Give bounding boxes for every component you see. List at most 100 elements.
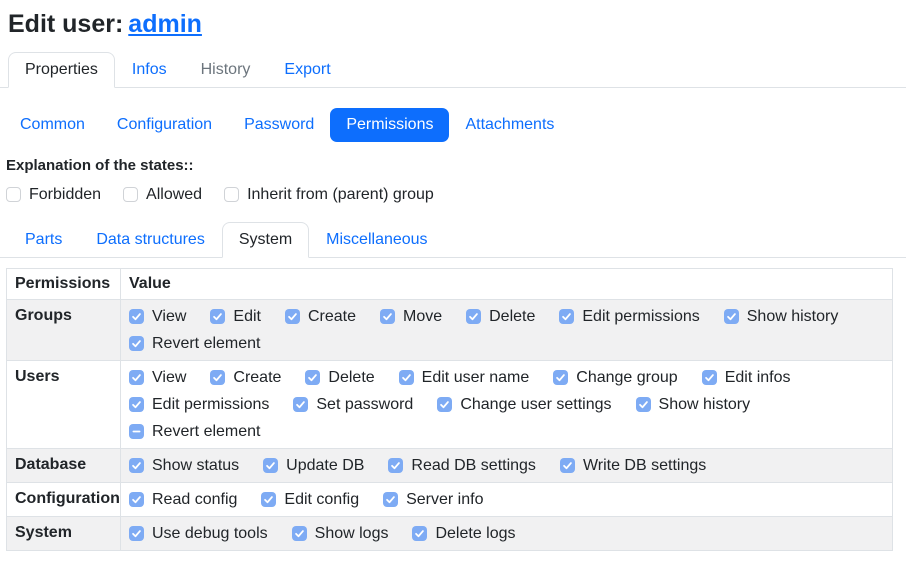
checkbox-label: Show history: [659, 396, 751, 414]
subtab-common[interactable]: Common: [4, 108, 101, 142]
checkbox-checked[interactable]: [129, 336, 144, 351]
checkbox-checked[interactable]: [636, 397, 651, 412]
checkbox-checked[interactable]: [210, 309, 225, 324]
tab-export[interactable]: Export: [267, 52, 347, 88]
permission-checkbox-show-history[interactable]: Show history: [724, 304, 839, 329]
checkbox-checked[interactable]: [437, 397, 452, 412]
permission-checkbox-write-db-settings[interactable]: Write DB settings: [560, 453, 706, 478]
legend-checkbox-inherit-from-parent-group[interactable]: Inherit from (parent) group: [224, 182, 434, 207]
permission-checkbox-edit-user-name[interactable]: Edit user name: [399, 365, 530, 390]
checkbox-checked[interactable]: [129, 458, 144, 473]
check-icon: [390, 460, 401, 471]
checkbox-checked[interactable]: [305, 370, 320, 385]
permission-checkbox-update-db[interactable]: Update DB: [263, 453, 364, 478]
legend-checkbox-forbidden[interactable]: Forbidden: [6, 182, 101, 207]
checkbox-checked[interactable]: [560, 458, 575, 473]
permission-checkbox-set-password[interactable]: Set password: [293, 392, 413, 417]
checkbox-checked[interactable]: [553, 370, 568, 385]
checkbox-checked[interactable]: [380, 309, 395, 324]
permission-checkbox-show-history[interactable]: Show history: [636, 392, 751, 417]
permission-checkbox-delete[interactable]: Delete: [466, 304, 535, 329]
permission-checkbox-server-info[interactable]: Server info: [383, 487, 483, 512]
checkbox-label: Inherit from (parent) group: [247, 186, 434, 204]
subtab-attachments[interactable]: Attachments: [449, 108, 570, 142]
indeterminate-icon: [131, 426, 142, 437]
checkbox-label: Show logs: [315, 525, 389, 543]
checkbox-checked[interactable]: [263, 458, 278, 473]
subtab-configuration[interactable]: Configuration: [101, 108, 228, 142]
permission-checkbox-move[interactable]: Move: [380, 304, 442, 329]
checkbox-unchecked[interactable]: [6, 187, 21, 202]
checkbox-checked[interactable]: [129, 370, 144, 385]
row-values-database: Show status Update DB Read DB settings Writ…: [121, 449, 893, 483]
permtab-miscellaneous[interactable]: Miscellaneous: [309, 222, 444, 258]
permtab-system[interactable]: System: [222, 222, 309, 258]
permission-checkbox-show-logs[interactable]: Show logs: [292, 521, 389, 546]
checkbox-group: View Edit Create Move Delete Edit permissions…: [129, 304, 884, 356]
permission-checkbox-view[interactable]: View: [129, 365, 186, 390]
permission-checkbox-read-db-settings[interactable]: Read DB settings: [388, 453, 536, 478]
checkbox-checked[interactable]: [129, 309, 144, 324]
checkbox-checked[interactable]: [129, 526, 144, 541]
permission-checkbox-edit-permissions[interactable]: Edit permissions: [559, 304, 699, 329]
check-icon: [265, 460, 276, 471]
check-icon: [439, 399, 450, 410]
checkbox-checked[interactable]: [129, 397, 144, 412]
checkbox-checked[interactable]: [129, 492, 144, 507]
permission-checkbox-change-group[interactable]: Change group: [553, 365, 677, 390]
legend-checkbox-allowed[interactable]: Allowed: [123, 182, 202, 207]
checkbox-label: Create: [233, 369, 281, 387]
checkbox-checked[interactable]: [210, 370, 225, 385]
checkbox-checked[interactable]: [388, 458, 403, 473]
checkbox-label: Update DB: [286, 457, 364, 475]
tab-history[interactable]: History: [184, 52, 268, 88]
subtab-password[interactable]: Password: [228, 108, 330, 142]
check-icon: [294, 528, 305, 539]
checkbox-checked[interactable]: [412, 526, 427, 541]
checkbox-checked[interactable]: [293, 397, 308, 412]
checkbox-group: Read config Edit config Server info: [129, 487, 884, 512]
checkbox-checked[interactable]: [559, 309, 574, 324]
sub-tabs: CommonConfigurationPasswordPermissionsAt…: [4, 108, 906, 142]
checkbox-checked[interactable]: [399, 370, 414, 385]
permission-checkbox-delete[interactable]: Delete: [305, 365, 374, 390]
checkbox-indeterminate[interactable]: [129, 424, 144, 439]
subtab-permissions[interactable]: Permissions: [330, 108, 449, 142]
checkbox-checked[interactable]: [724, 309, 739, 324]
row-label-system: System: [7, 517, 121, 551]
permission-checkbox-show-status[interactable]: Show status: [129, 453, 239, 478]
table-row: ConfigurationRead configEdit configServe…: [7, 483, 893, 517]
permtab-parts[interactable]: Parts: [8, 222, 79, 258]
row-label-groups: Groups: [7, 300, 121, 361]
permission-checkbox-view[interactable]: View: [129, 304, 186, 329]
checkbox-checked[interactable]: [292, 526, 307, 541]
checkbox-unchecked[interactable]: [123, 187, 138, 202]
checkbox-checked[interactable]: [261, 492, 276, 507]
permission-checkbox-create[interactable]: Create: [210, 365, 281, 390]
permission-checkbox-edit-permissions[interactable]: Edit permissions: [129, 392, 269, 417]
permtab-data-structures[interactable]: Data structures: [79, 222, 221, 258]
permission-checkbox-edit-config[interactable]: Edit config: [261, 487, 359, 512]
checkbox-unchecked[interactable]: [224, 187, 239, 202]
checkbox-checked[interactable]: [383, 492, 398, 507]
permission-checkbox-create[interactable]: Create: [285, 304, 356, 329]
permission-checkbox-use-debug-tools[interactable]: Use debug tools: [129, 521, 268, 546]
page-title: Edit user:admin: [8, 10, 906, 39]
tab-infos[interactable]: Infos: [115, 52, 184, 88]
permission-checkbox-read-config[interactable]: Read config: [129, 487, 237, 512]
user-link[interactable]: admin: [128, 10, 202, 38]
edit-user-page: Edit user:admin PropertiesInfosHistoryEx…: [0, 10, 906, 551]
checkbox-checked[interactable]: [702, 370, 717, 385]
check-icon: [212, 372, 223, 383]
permission-checkbox-change-user-settings[interactable]: Change user settings: [437, 392, 611, 417]
tab-properties[interactable]: Properties: [8, 52, 115, 88]
checkbox-label: Show history: [747, 308, 839, 326]
permission-checkbox-delete-logs[interactable]: Delete logs: [412, 521, 515, 546]
permission-checkbox-revert-element[interactable]: Revert element: [129, 331, 261, 356]
permission-checkbox-edit-infos[interactable]: Edit infos: [702, 365, 791, 390]
permission-checkbox-revert-element[interactable]: Revert element: [129, 419, 261, 444]
checkbox-label: Set password: [316, 396, 413, 414]
checkbox-checked[interactable]: [285, 309, 300, 324]
checkbox-checked[interactable]: [466, 309, 481, 324]
permission-checkbox-edit[interactable]: Edit: [210, 304, 261, 329]
